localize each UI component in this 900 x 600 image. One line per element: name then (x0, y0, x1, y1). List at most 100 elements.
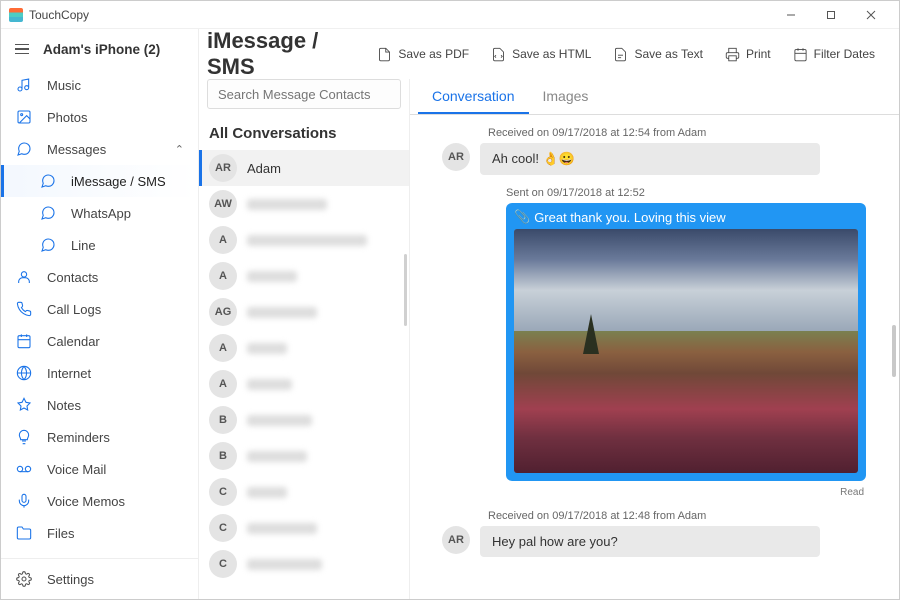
search-input[interactable] (207, 79, 401, 109)
window-maximize[interactable] (811, 3, 851, 27)
contact-row[interactable]: B (199, 438, 409, 474)
contact-name (247, 199, 327, 210)
contact-name (247, 379, 292, 390)
message-photo[interactable] (514, 229, 858, 473)
contact-name (247, 415, 312, 426)
nav-label: Music (47, 78, 81, 93)
contact-name (247, 523, 317, 534)
nav-music[interactable]: Music (1, 69, 198, 101)
message-bubble: Ah cool! 👌😀 (480, 143, 820, 175)
message-received: AR Ah cool! 👌😀 (442, 143, 879, 175)
message-received: AR Hey pal how are you? (442, 526, 879, 557)
chat-icon (39, 236, 57, 254)
message-meta: Sent on 09/17/2018 at 12:52 (442, 187, 879, 199)
gear-icon (15, 570, 33, 588)
contact-name: Adam (247, 161, 281, 176)
nav-calllogs[interactable]: Call Logs (1, 293, 198, 325)
save-html-button[interactable]: Save as HTML (483, 43, 599, 66)
contact-row[interactable]: A (199, 330, 409, 366)
avatar: AW (209, 190, 237, 218)
contact-name (247, 559, 322, 570)
nav-reminders[interactable]: Reminders (1, 421, 198, 453)
window-minimize[interactable] (771, 3, 811, 27)
nav-calendar[interactable]: Calendar (1, 325, 198, 357)
avatar: A (209, 370, 237, 398)
chevron-up-icon: ⌃ (175, 143, 184, 156)
print-button[interactable]: Print (717, 43, 779, 66)
nav-label: Call Logs (47, 302, 101, 317)
globe-icon (15, 364, 33, 382)
contact-name (247, 343, 287, 354)
nav-notes[interactable]: Notes (1, 389, 198, 421)
nav-label: Messages (47, 142, 106, 157)
avatar: B (209, 406, 237, 434)
reminders-icon (15, 428, 33, 446)
avatar: C (209, 478, 237, 506)
nav-label: Contacts (47, 270, 98, 285)
avatar: C (209, 550, 237, 578)
nav-label: Voice Mail (47, 462, 106, 477)
contact-row[interactable]: A (199, 366, 409, 402)
avatar: AR (442, 526, 470, 554)
contact-row[interactable]: A (199, 222, 409, 258)
phone-icon (15, 300, 33, 318)
message-sent: 📎 Great thank you. Loving this view (506, 203, 866, 481)
contact-name (247, 307, 317, 318)
avatar: C (209, 514, 237, 542)
attachment-icon: 📎 (514, 209, 530, 225)
tab-images[interactable]: Images (529, 79, 603, 114)
contact-row[interactable]: AW (199, 186, 409, 222)
tab-conversation[interactable]: Conversation (418, 79, 529, 114)
nav-voicememos[interactable]: Voice Memos (1, 485, 198, 517)
contact-row[interactable]: AR Adam (199, 150, 409, 186)
message-bubble: Hey pal how are you? (480, 526, 820, 557)
filter-dates-button[interactable]: Filter Dates (785, 43, 883, 66)
avatar: A (209, 226, 237, 254)
avatar: B (209, 442, 237, 470)
nav-imessage[interactable]: iMessage / SMS (1, 165, 198, 197)
nav-contacts[interactable]: Contacts (1, 261, 198, 293)
nav-label: WhatsApp (71, 206, 131, 221)
nav-voicemail[interactable]: Voice Mail (1, 453, 198, 485)
contact-row[interactable]: C (199, 510, 409, 546)
folder-icon (15, 524, 33, 542)
scrollbar[interactable] (404, 254, 407, 326)
nav-line[interactable]: Line (1, 229, 198, 261)
contact-name (247, 451, 307, 462)
notes-icon (15, 396, 33, 414)
nav-internet[interactable]: Internet (1, 357, 198, 389)
avatar: A (209, 334, 237, 362)
nav-files[interactable]: Files (1, 517, 198, 549)
nav-label: iMessage / SMS (71, 174, 166, 189)
device-name: Adam's iPhone (2) (43, 42, 160, 57)
chat-icon (39, 172, 57, 190)
contact-row[interactable]: C (199, 546, 409, 582)
nav-settings[interactable]: Settings (1, 563, 198, 595)
nav-label: Voice Memos (47, 494, 125, 509)
contact-row[interactable]: B (199, 402, 409, 438)
contact-row[interactable]: C (199, 474, 409, 510)
titlebar: TouchCopy (1, 1, 899, 29)
app-title: TouchCopy (29, 8, 89, 22)
scrollbar[interactable] (892, 325, 896, 377)
save-text-button[interactable]: Save as Text (605, 43, 710, 66)
save-pdf-button[interactable]: Save as PDF (369, 43, 477, 66)
nav-photos[interactable]: Photos (1, 101, 198, 133)
avatar: AG (209, 298, 237, 326)
contact-name (247, 487, 287, 498)
nav-messages[interactable]: Messages ⌃ (1, 133, 198, 165)
page-title: iMessage / SMS (207, 29, 369, 80)
nav-whatsapp[interactable]: WhatsApp (1, 197, 198, 229)
sidebar: Adam's iPhone (2) Music Photos Messages … (1, 29, 199, 599)
avatar: AR (209, 154, 237, 182)
contact-list: AR Adam AW A A AG A A B B C C C (199, 150, 409, 599)
voicemail-icon (15, 460, 33, 478)
nav-label: Settings (47, 572, 94, 587)
window-close[interactable] (851, 3, 891, 27)
contact-row[interactable]: A (199, 258, 409, 294)
contact-name (247, 271, 297, 282)
menu-icon[interactable] (15, 44, 29, 55)
messages-pane: Received on 09/17/2018 at 12:54 from Ada… (410, 115, 899, 599)
contact-row[interactable]: AG (199, 294, 409, 330)
photos-icon (15, 108, 33, 126)
